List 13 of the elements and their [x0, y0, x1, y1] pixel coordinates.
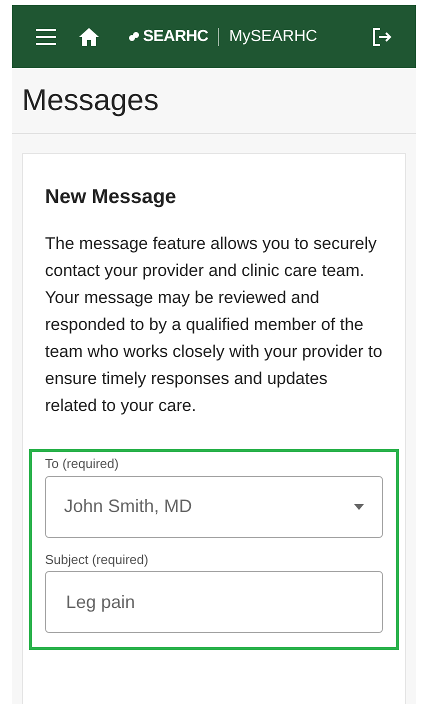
caret-icon [354, 504, 364, 510]
field-label: To (required) [45, 455, 120, 473]
brand-name: SEARHC [143, 26, 208, 46]
card-description: The message feature allows you to securely contact your provider and clinic care team. Your message may be reviewed and responded to by a qualified member of the team who works closely with your provider to ensure timely responses and updates related to your care. [45, 233, 383, 417]
page-title: Messages [22, 83, 159, 119]
subject-field[interactable]: Leg pain [45, 571, 383, 633]
home-icon[interactable] [78, 26, 100, 46]
menu-icon[interactable] [36, 28, 56, 44]
field-label: Subject (required) [45, 550, 150, 569]
logout-icon[interactable] [372, 26, 392, 46]
app-name: MySEARHC [229, 26, 318, 46]
recipient-select[interactable]: John Smith, MD [45, 476, 383, 538]
card-title: New Message [45, 185, 178, 210]
